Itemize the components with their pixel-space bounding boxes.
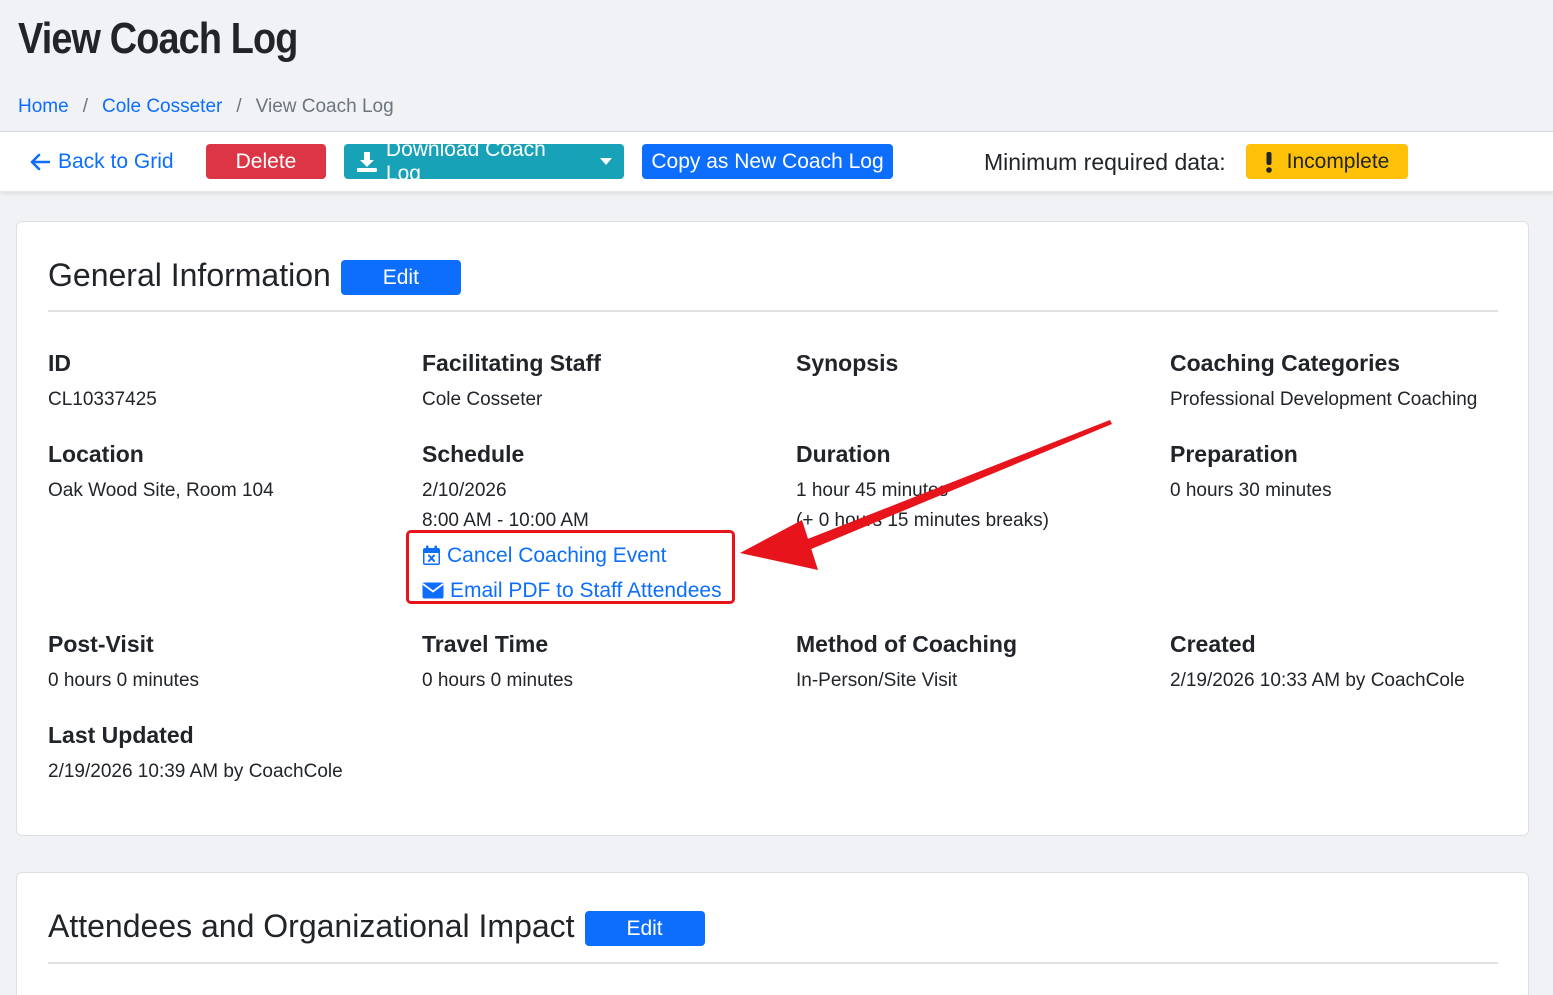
breadcrumb-home[interactable]: Home	[18, 96, 69, 118]
field-value: Oak Wood Site, Room 104	[48, 480, 274, 501]
download-coach-log-label: Download Coach Log	[385, 137, 546, 185]
breadcrumb: Home / Cole Cosseter / View Coach Log	[18, 96, 394, 118]
field-label: Method of Coaching	[796, 631, 1018, 657]
section-title: Attendees and Organizational Impact	[48, 908, 575, 944]
field-value: 2/19/2026 10:39 AM by CoachCole	[48, 761, 343, 782]
field-value: In-Person/Site Visit	[796, 670, 958, 691]
status-badge-label: Incomplete	[1286, 149, 1390, 173]
field-id: ID CL10337425	[48, 350, 157, 415]
field-coaching-categories: Coaching Categories Professional Develop…	[1170, 350, 1477, 415]
field-facilitating-staff: Facilitating Staff Cole Cosseter	[422, 350, 601, 415]
arrow-left-icon	[30, 153, 50, 171]
breadcrumb-staff[interactable]: Cole Cosseter	[102, 96, 222, 118]
field-label: Created	[1170, 631, 1256, 657]
field-label: Schedule	[422, 441, 525, 467]
general-information-card: General Information Edit ID CL10337425 F…	[16, 221, 1529, 836]
annotation-highlight-box	[406, 530, 735, 604]
delete-button[interactable]: Delete	[206, 144, 326, 179]
field-label: Preparation	[1170, 441, 1298, 467]
exclamation-icon	[1265, 151, 1272, 173]
schedule-date: 2/10/2026	[422, 480, 507, 501]
field-label: Last Updated	[48, 722, 194, 748]
field-value: 1 hour 45 minutes	[796, 480, 949, 501]
field-label: Synopsis	[796, 350, 899, 376]
page-title: View Coach Log	[18, 14, 298, 63]
field-value: CL10337425	[48, 389, 157, 410]
field-post-visit: Post-Visit 0 hours 0 minutes	[48, 631, 199, 696]
field-value: Professional Development Coaching	[1170, 389, 1478, 410]
field-label: ID	[48, 350, 71, 376]
duration-breaks: (+ 0 hours 15 minutes breaks)	[796, 510, 1049, 531]
back-to-grid-label: Back to Grid	[58, 150, 174, 173]
field-label: Coaching Categories	[1170, 350, 1401, 376]
field-location: Location Oak Wood Site, Room 104	[48, 441, 274, 506]
field-preparation: Preparation 0 hours 30 minutes	[1170, 441, 1332, 506]
field-created: Created 2/19/2026 10:33 AM by CoachCole	[1170, 631, 1465, 696]
divider	[48, 310, 1498, 312]
minimum-required-label: Minimum required data:	[984, 149, 1226, 175]
field-label: Location	[48, 441, 144, 467]
field-duration: Duration 1 hour 45 minutes (+ 0 hours 15…	[796, 441, 1049, 536]
back-to-grid-link[interactable]: Back to Grid	[30, 150, 174, 174]
copy-as-new-button[interactable]: Copy as New Coach Log	[642, 144, 893, 179]
field-value: Cole Cosseter	[422, 389, 543, 410]
divider	[48, 962, 1498, 964]
edit-general-button[interactable]: Edit	[340, 260, 461, 295]
breadcrumb-separator: /	[236, 96, 242, 117]
field-label: Travel Time	[422, 631, 549, 657]
field-label: Facilitating Staff	[422, 350, 601, 376]
edit-attendees-button[interactable]: Edit	[584, 911, 705, 946]
field-label: Duration	[796, 441, 891, 467]
field-value: 0 hours 0 minutes	[48, 670, 200, 691]
download-icon	[356, 151, 377, 172]
field-value: 0 hours 30 minutes	[1170, 480, 1332, 501]
status-badge: Incomplete	[1246, 144, 1408, 179]
breadcrumb-separator: /	[82, 96, 88, 117]
field-synopsis: Synopsis	[796, 350, 898, 385]
field-last-updated: Last Updated 2/19/2026 10:39 AM by Coach…	[48, 722, 343, 787]
breadcrumb-current: View Coach Log	[255, 96, 394, 117]
field-value: 0 hours 0 minutes	[422, 670, 574, 691]
page-header: View Coach Log Home / Cole Cosseter / Vi…	[0, 0, 1553, 132]
field-method-of-coaching: Method of Coaching In-Person/Site Visit	[796, 631, 1017, 696]
field-travel-time: Travel Time 0 hours 0 minutes	[422, 631, 573, 696]
chevron-down-icon	[600, 158, 612, 165]
download-coach-log-button[interactable]: Download Coach Log	[344, 138, 624, 185]
attendees-card: Attendees and Organizational Impact Edit	[16, 872, 1529, 995]
field-value: 2/19/2026 10:33 AM by CoachCole	[1170, 670, 1465, 691]
section-title: General Information	[48, 257, 331, 293]
field-label: Post-Visit	[48, 631, 154, 657]
toolbar: Back to Grid Delete Download Coach Log C…	[0, 132, 1553, 192]
